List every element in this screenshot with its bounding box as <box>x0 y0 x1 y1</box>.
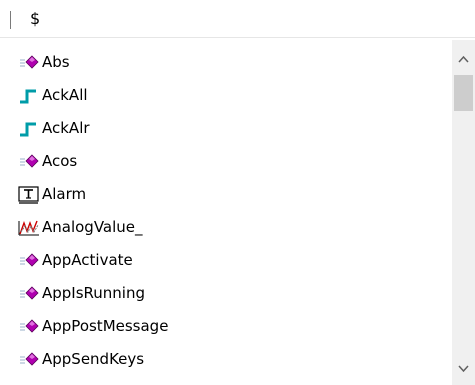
method-gem-icon <box>20 154 39 168</box>
item-label: Alarm <box>42 185 87 203</box>
scroll-up-button[interactable] <box>452 48 475 70</box>
method-gem-icon <box>20 286 39 300</box>
text-cursor <box>10 11 11 29</box>
list-item[interactable]: AppActivate <box>0 244 450 277</box>
autocomplete-input[interactable]: $ <box>0 0 475 38</box>
text-tag-icon <box>18 186 39 204</box>
item-label: Acos <box>42 152 78 170</box>
item-label: Abs <box>42 53 70 71</box>
analog-wave-icon <box>18 220 39 236</box>
item-label: AppIsRunning <box>42 284 146 302</box>
chevron-up-icon <box>458 55 469 63</box>
method-gem-icon <box>20 253 39 267</box>
scrollbar-thumb[interactable] <box>454 75 473 111</box>
item-label: AppPostMessage <box>42 317 169 335</box>
method-gem-icon <box>20 55 39 69</box>
item-label: AppActivate <box>42 251 133 269</box>
chevron-down-icon <box>458 365 469 373</box>
vertical-scrollbar[interactable] <box>452 40 475 385</box>
input-value: $ <box>30 9 41 28</box>
item-label: AppSendKeys <box>42 350 145 368</box>
step-signal-icon <box>20 122 36 137</box>
scroll-down-button[interactable] <box>452 358 475 380</box>
item-label: AckAll <box>42 86 88 104</box>
item-label: AckAlr <box>42 119 90 137</box>
method-gem-icon <box>20 352 39 366</box>
list-item[interactable]: AckAlr <box>0 112 450 145</box>
list-item[interactable]: Abs <box>0 46 450 79</box>
item-label: AnalogValue_ <box>42 218 143 236</box>
suggestion-list[interactable]: Abs AckAll AckAlr Acos Alarm AnalogValue… <box>0 46 450 385</box>
method-gem-icon <box>20 319 39 333</box>
list-item[interactable]: AnalogValue_ <box>0 211 450 244</box>
step-signal-icon <box>20 89 36 104</box>
list-item[interactable]: AppPostMessage <box>0 310 450 343</box>
list-item[interactable]: AppSendKeys <box>0 343 450 376</box>
list-item[interactable]: Acos <box>0 145 450 178</box>
list-item[interactable]: AppIsRunning <box>0 277 450 310</box>
list-item[interactable]: AckAll <box>0 79 450 112</box>
list-item[interactable]: Alarm <box>0 178 450 211</box>
